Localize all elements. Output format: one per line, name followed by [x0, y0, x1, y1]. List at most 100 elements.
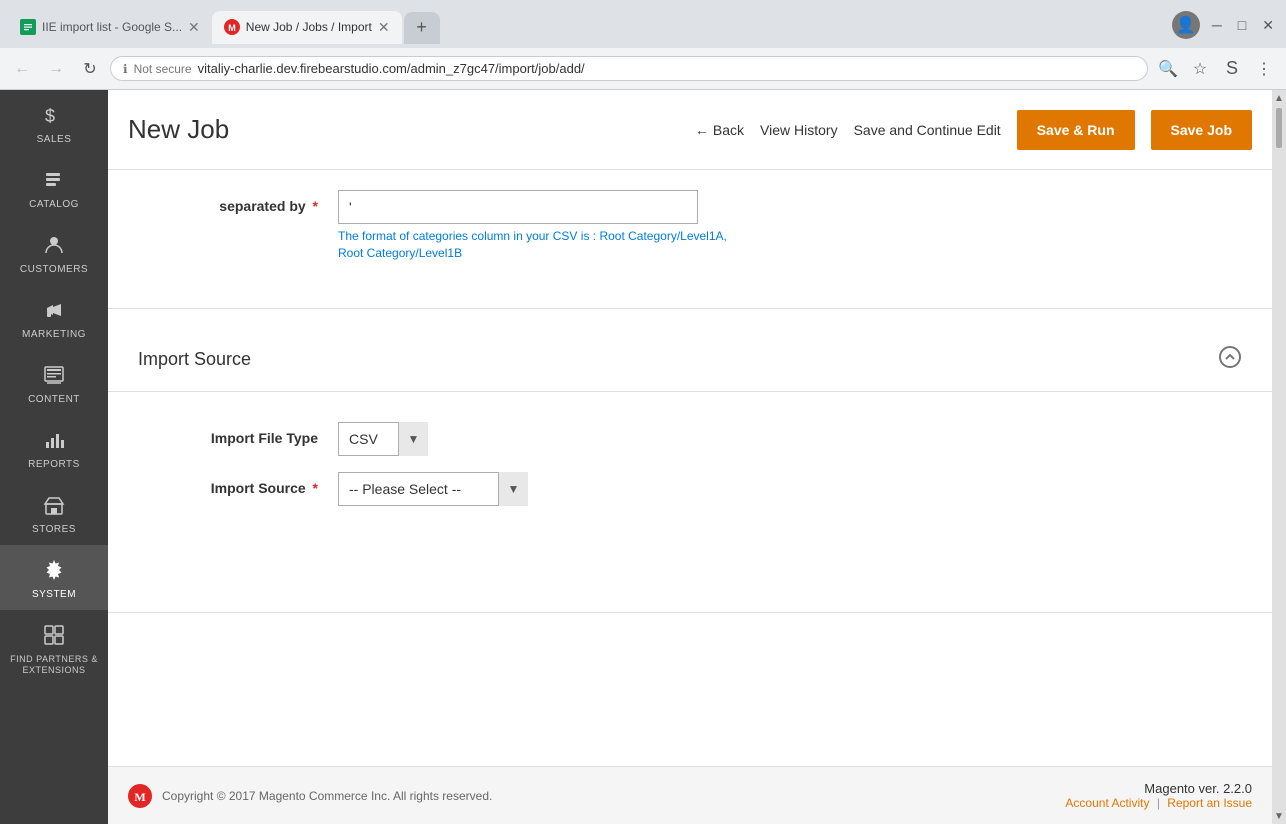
- bottom-divider: [108, 612, 1272, 613]
- sidebar-item-sales[interactable]: $ SALES: [0, 90, 108, 155]
- sidebar-item-catalog-label: CATALOG: [29, 199, 79, 210]
- page-title: New Job: [128, 114, 229, 145]
- svg-text:M: M: [134, 790, 145, 804]
- marketing-icon: [43, 299, 65, 325]
- sidebar-item-content-label: CONTENT: [28, 394, 80, 405]
- sidebar-item-system[interactable]: SYSTEM: [0, 545, 108, 610]
- stores-icon: [43, 494, 65, 520]
- content-icon: [43, 364, 65, 390]
- footer-right: Magento ver. 2.2.0 Account Activity | Re…: [1065, 781, 1252, 810]
- import-source-title: Import Source: [138, 349, 251, 370]
- account-activity-link[interactable]: Account Activity: [1065, 796, 1149, 810]
- sidebar-item-system-label: SYSTEM: [32, 589, 76, 600]
- sidebar-item-customers[interactable]: CUSTOMERS: [0, 220, 108, 285]
- search-icon[interactable]: 🔍: [1154, 55, 1182, 83]
- import-source-label: Import Source *: [138, 472, 338, 496]
- user-profile-icon[interactable]: 👤: [1172, 11, 1200, 39]
- browser-tab-bar: IIE import list - Google S... ✕ M New Jo…: [0, 0, 1286, 48]
- catalog-icon: [43, 169, 65, 195]
- import-file-type-select[interactable]: CSV XML JSON: [338, 422, 428, 456]
- sidebar-item-reports[interactable]: REPORTS: [0, 415, 108, 480]
- footer-links: Account Activity | Report an Issue: [1065, 796, 1252, 810]
- header-actions: ← Back View History Save and Continue Ed…: [695, 110, 1252, 150]
- magento-logo: M: [128, 784, 152, 808]
- right-scrollbar[interactable]: ▲ ▼: [1272, 90, 1286, 824]
- sidebar-item-customers-label: CUSTOMERS: [20, 264, 88, 275]
- view-history-button[interactable]: View History: [760, 122, 838, 138]
- tab2-title: New Job / Jobs / Import: [246, 20, 372, 34]
- sidebar-item-content[interactable]: CONTENT: [0, 350, 108, 415]
- menu-icon[interactable]: ⋮: [1250, 55, 1278, 83]
- sidebar-item-extensions-label: FIND PARTNERS & EXTENSIONS: [6, 654, 102, 676]
- svg-text:$: $: [45, 106, 55, 126]
- sidebar-item-stores[interactable]: STORES: [0, 480, 108, 545]
- system-icon: [43, 559, 65, 585]
- not-secure-text: Not secure: [134, 62, 192, 76]
- import-source-select[interactable]: -- Please Select -- File FTP/SFTP URL Dr…: [338, 472, 528, 506]
- required-marker: *: [313, 198, 318, 214]
- sidebar: $ SALES CATALOG CUSTOMERS MARKETING: [0, 90, 108, 824]
- browser-nav-bar: ← → ↻ ℹ Not secure vitaliy-charlie.dev.f…: [0, 48, 1286, 90]
- browser-chrome: IIE import list - Google S... ✕ M New Jo…: [0, 0, 1286, 90]
- scroll-track: [1272, 106, 1286, 808]
- back-nav-button[interactable]: ←: [8, 55, 36, 83]
- page-footer: M Copyright © 2017 Magento Commerce Inc.…: [108, 766, 1272, 824]
- copyright-text: Copyright © 2017 Magento Commerce Inc. A…: [162, 789, 492, 803]
- tab2-close-icon[interactable]: ✕: [378, 19, 390, 36]
- magento-favicon: M: [224, 19, 240, 35]
- section-divider: [108, 308, 1272, 309]
- reports-icon: [43, 429, 65, 455]
- separated-by-row: separated by * The format of categories …: [138, 190, 1242, 262]
- footer-left: M Copyright © 2017 Magento Commerce Inc.…: [128, 784, 492, 808]
- page-header: New Job ← Back View History Save and Con…: [108, 90, 1272, 170]
- scroll-up-button[interactable]: ▲: [1272, 90, 1286, 106]
- sidebar-item-reports-label: REPORTS: [28, 459, 80, 470]
- tab-magento[interactable]: M New Job / Jobs / Import ✕: [212, 11, 402, 44]
- extension-icon[interactable]: S: [1218, 55, 1246, 83]
- import-file-type-row: Import File Type CSV XML JSON ▼: [138, 422, 1242, 456]
- app-layout: $ SALES CATALOG CUSTOMERS MARKETING: [0, 90, 1286, 824]
- import-file-type-wrap: CSV XML JSON ▼: [338, 422, 1242, 456]
- bookmark-icon[interactable]: ☆: [1186, 55, 1214, 83]
- import-source-wrap: -- Please Select -- File FTP/SFTP URL Dr…: [338, 472, 1242, 506]
- import-source-row: Import Source * -- Please Select -- File…: [138, 472, 1242, 506]
- report-issue-link[interactable]: Report an Issue: [1167, 796, 1252, 810]
- new-tab-button[interactable]: +: [404, 12, 440, 44]
- import-source-select-wrap: -- Please Select -- File FTP/SFTP URL Dr…: [338, 472, 528, 506]
- maximize-button[interactable]: □: [1234, 17, 1250, 33]
- url-bar[interactable]: ℹ Not secure vitaliy-charlie.dev.firebea…: [110, 56, 1148, 81]
- sidebar-item-sales-label: SALES: [37, 134, 72, 145]
- tab-list: IIE import list - Google S... ✕ M New Jo…: [8, 11, 1172, 44]
- tab1-close-icon[interactable]: ✕: [188, 19, 200, 36]
- sidebar-item-catalog[interactable]: CATALOG: [0, 155, 108, 220]
- separated-by-hint: The format of categories column in your …: [338, 228, 738, 262]
- sidebar-item-extensions[interactable]: FIND PARTNERS & EXTENSIONS: [0, 610, 108, 686]
- tab-sheets[interactable]: IIE import list - Google S... ✕: [8, 11, 212, 44]
- minimize-button[interactable]: ─: [1208, 17, 1226, 33]
- close-window-button[interactable]: ✕: [1258, 17, 1278, 34]
- import-file-type-select-wrap: CSV XML JSON ▼: [338, 422, 428, 456]
- separated-by-input-wrap: The format of categories column in your …: [338, 190, 1242, 262]
- sales-icon: $: [43, 104, 65, 130]
- sidebar-item-marketing-label: MARKETING: [22, 329, 86, 340]
- import-file-type-label: Import File Type: [138, 422, 338, 446]
- back-button[interactable]: ← Back: [695, 122, 744, 138]
- form-section-top: separated by * The format of categories …: [108, 170, 1272, 298]
- save-run-button[interactable]: Save & Run: [1017, 110, 1135, 150]
- forward-nav-button[interactable]: →: [42, 55, 70, 83]
- separated-by-input[interactable]: [338, 190, 698, 224]
- footer-version: Magento ver. 2.2.0: [1065, 781, 1252, 796]
- reload-button[interactable]: ↻: [76, 55, 104, 83]
- footer-separator: |: [1157, 796, 1160, 810]
- save-continue-button[interactable]: Save and Continue Edit: [854, 122, 1001, 138]
- save-job-button[interactable]: Save Job: [1151, 110, 1252, 150]
- scroll-down-button[interactable]: ▼: [1272, 808, 1286, 824]
- scroll-thumb[interactable]: [1276, 108, 1282, 148]
- sheets-favicon: [20, 19, 36, 35]
- security-icon: ℹ: [123, 62, 128, 76]
- import-source-body: Import File Type CSV XML JSON ▼: [108, 392, 1272, 552]
- collapse-icon[interactable]: [1218, 345, 1242, 375]
- sidebar-item-marketing[interactable]: MARKETING: [0, 285, 108, 350]
- import-source-header[interactable]: Import Source: [108, 329, 1272, 392]
- import-source-required-marker: *: [313, 480, 318, 496]
